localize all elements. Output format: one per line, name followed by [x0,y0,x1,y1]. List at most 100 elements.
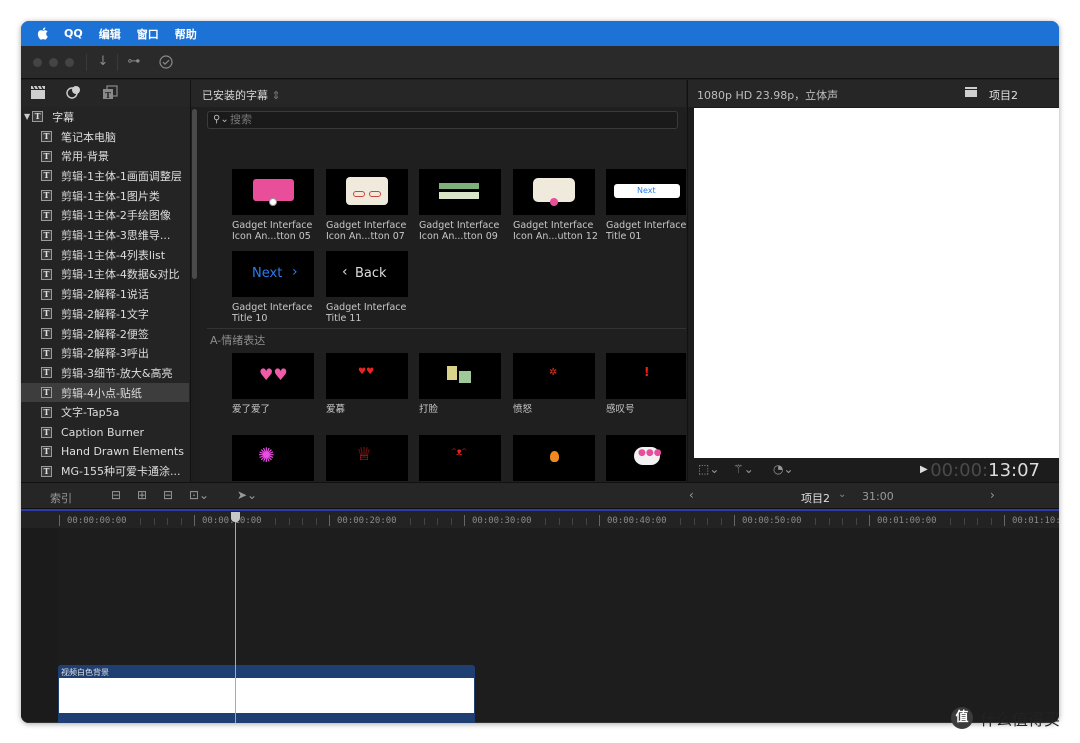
toolbar: ↓ ⊶ [21,46,1059,79]
ruler-major-tick [734,515,735,526]
select-tool-icon[interactable]: ➤⌄ [237,488,257,502]
sidebar-item[interactable]: T 剪辑-2解释-2便签 [21,324,189,344]
sidebar-item[interactable]: T 剪辑-2解释-1说话 [21,284,189,304]
menu-qq[interactable]: QQ [64,27,83,40]
zoom-window-button[interactable] [65,58,74,67]
tile-label: Gadget Interface Title 11 [326,302,416,324]
ruler-major-tick [599,515,600,526]
ruler-major-tick [194,515,195,526]
clip-title: 视频白色背景 [61,668,109,677]
app-window: QQ 编辑 窗口 帮助 ↓ ⊶ T 已安装的字幕 ⇕ 1080p HD 23.9 [21,21,1059,723]
tile-label: Gadget Interface Icon An...tton 07 [326,220,416,242]
titles-sidebar: ▼ T 字幕 T 笔记本电脑 T 常用-背景 T 剪辑-1主体-1画面调整层 T 剪辑-1主体-1图… [21,107,191,482]
tile-label: 爱慕 [326,404,416,415]
sidebar-item[interactable]: T Hand Drawn Elements [21,442,189,462]
sidebar-item[interactable]: T 笔记本电脑 [21,127,189,147]
apple-icon[interactable] [37,27,48,40]
transform-icon[interactable]: ⬚⌄ [698,462,719,476]
titles-generators-icon[interactable]: T [102,85,118,103]
tile-thumbnail [513,169,595,215]
sidebar-root-titles[interactable]: ▼ T 字幕 [21,107,189,127]
sidebar-item[interactable]: T 常用-背景 [21,146,189,166]
overwrite-clip-icon[interactable]: ⊡⌄ [189,488,209,502]
search-input[interactable]: ⚲⌄ 搜索 [207,111,678,129]
play-icon[interactable]: ▶ [920,464,928,475]
disclosure-triangle-icon[interactable]: ▼ [24,112,30,121]
tile-label-line2: Icon An...tton 09 [419,231,498,242]
minimize-window-button[interactable] [49,58,58,67]
ruler-minor-tick [855,518,857,525]
enhance-wand-icon[interactable]: ⚚⌄ [733,462,754,476]
ruler-minor-tick [410,518,411,525]
sidebar-item[interactable]: T MG-155种可爱卡通涂... [21,462,189,482]
category-divider [207,328,686,329]
playhead[interactable] [235,512,236,723]
viewer-canvas[interactable] [694,108,1059,458]
sidebar-item[interactable]: T 剪辑-2解释-1文字 [21,304,189,324]
chevron-left-icon[interactable]: ‹ [689,488,694,502]
chevron-right-icon: › [292,264,298,280]
ruler-major-tick [59,515,60,526]
sidebar-item[interactable]: T 剪辑-4小点-贴纸 [21,382,189,403]
sidebar-item[interactable]: T 剪辑-3细节-放大&高亮 [21,363,189,383]
sidebar-item[interactable]: T Caption Burner [21,422,189,442]
format-info: 1080p HD 23.98p，立体声 [697,89,839,102]
timeline-toolbar: 索引 ⊟ ⊞ ⊟ ⊡⌄ ➤⌄ ‹ 项目2 ⌄ 31:00 › [21,482,1059,509]
ruler-minor-tick [680,518,681,525]
sidebar-item[interactable]: T 剪辑-1主体-1图片类 [21,186,189,206]
crown-icon: ♕ [356,444,373,465]
next-thumb-text: Next [614,184,680,198]
timeline-clip[interactable]: 视频白色背景 [58,665,475,723]
ellipsis-icon: ●●● [638,448,662,458]
tile-thumbnail [419,169,501,215]
clapper-icon [964,86,978,101]
sidebar-item[interactable]: T 剪辑-1主体-1画面调整层 [21,166,189,186]
sidebar-item[interactable]: T 剪辑-1主体-3思维导... [21,225,189,245]
ruler-minor-tick [828,518,830,525]
sidebar-scrollbar[interactable] [192,109,197,279]
timecode-value: 13:07 [988,460,1040,481]
sidebar-item-label: 常用-背景 [61,150,109,164]
append-clip-icon[interactable]: ⊟ [163,488,173,502]
library-header: T [21,80,191,107]
clapper-icon[interactable] [30,85,46,103]
sidebar-root-label: 字幕 [52,110,75,124]
chevron-right-icon[interactable]: › [990,488,995,502]
browser-header: 已安装的字幕 ⇕ [191,80,686,107]
tile-thumbnail: ✺ [232,435,314,481]
keyword-icon[interactable]: ⊶ [124,53,144,71]
timeline-ruler[interactable]: 00:00:00:0000:00:10:0000:00:20:0000:00:3… [21,509,1059,528]
tile-label: 感叹号 [606,404,686,415]
sidebar-item[interactable]: T 剪辑-1主体-4数据&对比 [21,265,189,285]
chevron-down-icon[interactable]: ⌄ [838,489,846,500]
background-tasks-icon[interactable] [156,53,176,71]
connect-clip-icon[interactable]: ⊟ [111,488,121,502]
menu-help[interactable]: 帮助 [175,26,197,42]
tile-label: 爱了爱了 [232,404,322,415]
timeline-project-name[interactable]: 项目2 [801,490,830,506]
playhead-handle[interactable] [231,512,240,522]
tile-thumbnail [513,435,595,481]
viewer-panel: ⬚⌄ ⚚⌄ ◔⌄ ▶ 00:00:13:07 [687,107,1059,482]
import-icon[interactable]: ↓ [93,53,113,71]
close-window-button[interactable] [33,58,42,67]
viewer-project-name[interactable]: 项目2 [989,87,1018,103]
ruler-minor-tick [140,518,141,525]
ruler-minor-tick [815,518,816,525]
sidebar-item[interactable]: T 剪辑-1主体-4列表list [21,245,189,265]
sidebar-item[interactable]: T 剪辑-1主体-2手绘图像 [21,206,189,226]
sidebar-item[interactable]: T 剪辑-2解释-3呼出 [21,343,189,363]
index-button[interactable]: 索引 [50,490,72,506]
sidebar-item[interactable]: T 文字-Tap5a [21,403,189,423]
ruler-minor-tick [572,518,573,525]
title-icon: T [41,249,52,261]
menu-edit[interactable]: 编辑 [99,26,121,42]
ruler-minor-tick [180,518,182,525]
retime-icon[interactable]: ◔⌄ [773,462,794,476]
ruler-minor-tick [693,518,695,525]
photos-audio-icon[interactable] [66,85,82,103]
menu-window[interactable]: 窗口 [137,26,159,42]
installed-titles-dropdown[interactable]: 已安装的字幕 ⇕ [202,87,281,103]
insert-clip-icon[interactable]: ⊞ [137,488,147,502]
tile-thumbnail: ♕ [326,435,408,481]
